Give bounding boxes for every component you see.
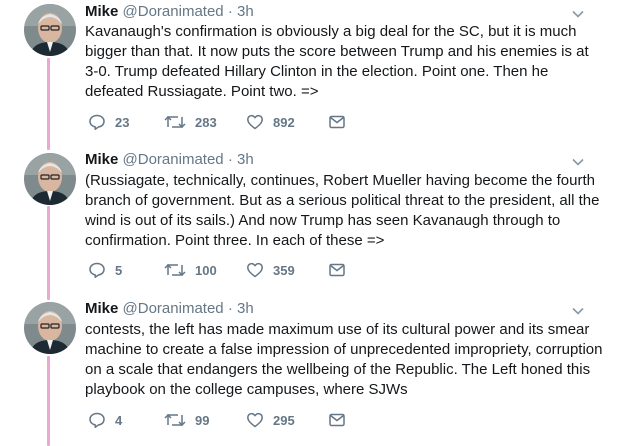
reply-count: 23 <box>115 114 130 130</box>
tweet-1[interactable]: Mike @Doranimated · 3h Kavanaugh's confi… <box>0 0 619 150</box>
like-count: 295 <box>273 412 295 428</box>
tweet-text: (Russiagate, technically, continues, Rob… <box>85 172 600 249</box>
like-button[interactable]: 295 <box>246 411 295 429</box>
avatar[interactable] <box>24 4 76 56</box>
reply-icon <box>89 412 105 428</box>
author-name[interactable]: Mike <box>85 3 118 20</box>
tweet-2[interactable]: Mike @Doranimated · 3h (Russiagate, tech… <box>0 150 619 300</box>
thread-line <box>47 206 50 300</box>
envelope-icon <box>329 263 345 277</box>
like-button[interactable]: 892 <box>246 113 295 131</box>
retweet-button[interactable]: 100 <box>164 261 217 279</box>
thread-line <box>47 356 50 446</box>
reply-button[interactable]: 23 <box>88 113 129 131</box>
tweet-3[interactable]: Mike @Doranimated · 3h contests, the lef… <box>0 300 619 446</box>
author-handle[interactable]: @Doranimated <box>123 3 224 20</box>
envelope-icon <box>329 413 345 427</box>
direct-message-button[interactable] <box>328 261 346 279</box>
retweet-icon <box>164 263 186 277</box>
avatar[interactable] <box>24 153 76 205</box>
tweet-actions: 23 283 892 <box>88 113 358 133</box>
thread-line <box>47 58 50 150</box>
retweet-button[interactable]: 283 <box>164 113 217 131</box>
heart-icon <box>247 262 263 278</box>
direct-message-button[interactable] <box>328 411 346 429</box>
tweet-text: Kavanaugh's confirmation is obviously a … <box>85 23 589 100</box>
chevron-down-icon[interactable] <box>571 155 585 169</box>
timestamp[interactable]: 3h <box>237 151 254 168</box>
separator: · <box>227 300 233 317</box>
direct-message-button[interactable] <box>328 113 346 131</box>
reply-button[interactable]: 5 <box>88 261 122 279</box>
reply-icon <box>89 262 105 278</box>
tweet-actions: 5 100 359 <box>88 261 358 281</box>
separator: · <box>227 151 233 168</box>
author-handle[interactable]: @Doranimated <box>123 300 224 317</box>
reply-icon <box>89 114 105 130</box>
retweet-count: 283 <box>195 114 217 130</box>
retweet-icon <box>164 115 186 129</box>
author-handle[interactable]: @Doranimated <box>123 151 224 168</box>
like-button[interactable]: 359 <box>246 261 295 279</box>
chevron-down-icon[interactable] <box>571 7 585 21</box>
tweet-header: Mike @Doranimated · 3h <box>85 151 254 169</box>
tweet-header: Mike @Doranimated · 3h <box>85 3 254 21</box>
author-name[interactable]: Mike <box>85 151 118 168</box>
timestamp[interactable]: 3h <box>237 3 254 20</box>
separator: · <box>227 3 233 20</box>
retweet-button[interactable]: 99 <box>164 411 209 429</box>
reply-count: 4 <box>115 412 123 428</box>
heart-icon <box>247 412 263 428</box>
timestamp[interactable]: 3h <box>237 300 254 317</box>
tweet-text: contests, the left has made maximum use … <box>85 321 603 398</box>
like-count: 892 <box>273 114 295 130</box>
retweet-count: 100 <box>195 262 217 278</box>
author-name[interactable]: Mike <box>85 300 118 317</box>
heart-icon <box>247 114 263 130</box>
envelope-icon <box>329 115 345 129</box>
retweet-count: 99 <box>195 412 210 428</box>
tweet-actions: 4 99 295 <box>88 411 358 431</box>
tweet-header: Mike @Doranimated · 3h <box>85 300 254 318</box>
retweet-icon <box>164 413 186 427</box>
avatar[interactable] <box>24 302 76 354</box>
reply-count: 5 <box>115 262 123 278</box>
like-count: 359 <box>273 262 295 278</box>
chevron-down-icon[interactable] <box>571 304 585 318</box>
reply-button[interactable]: 4 <box>88 411 122 429</box>
